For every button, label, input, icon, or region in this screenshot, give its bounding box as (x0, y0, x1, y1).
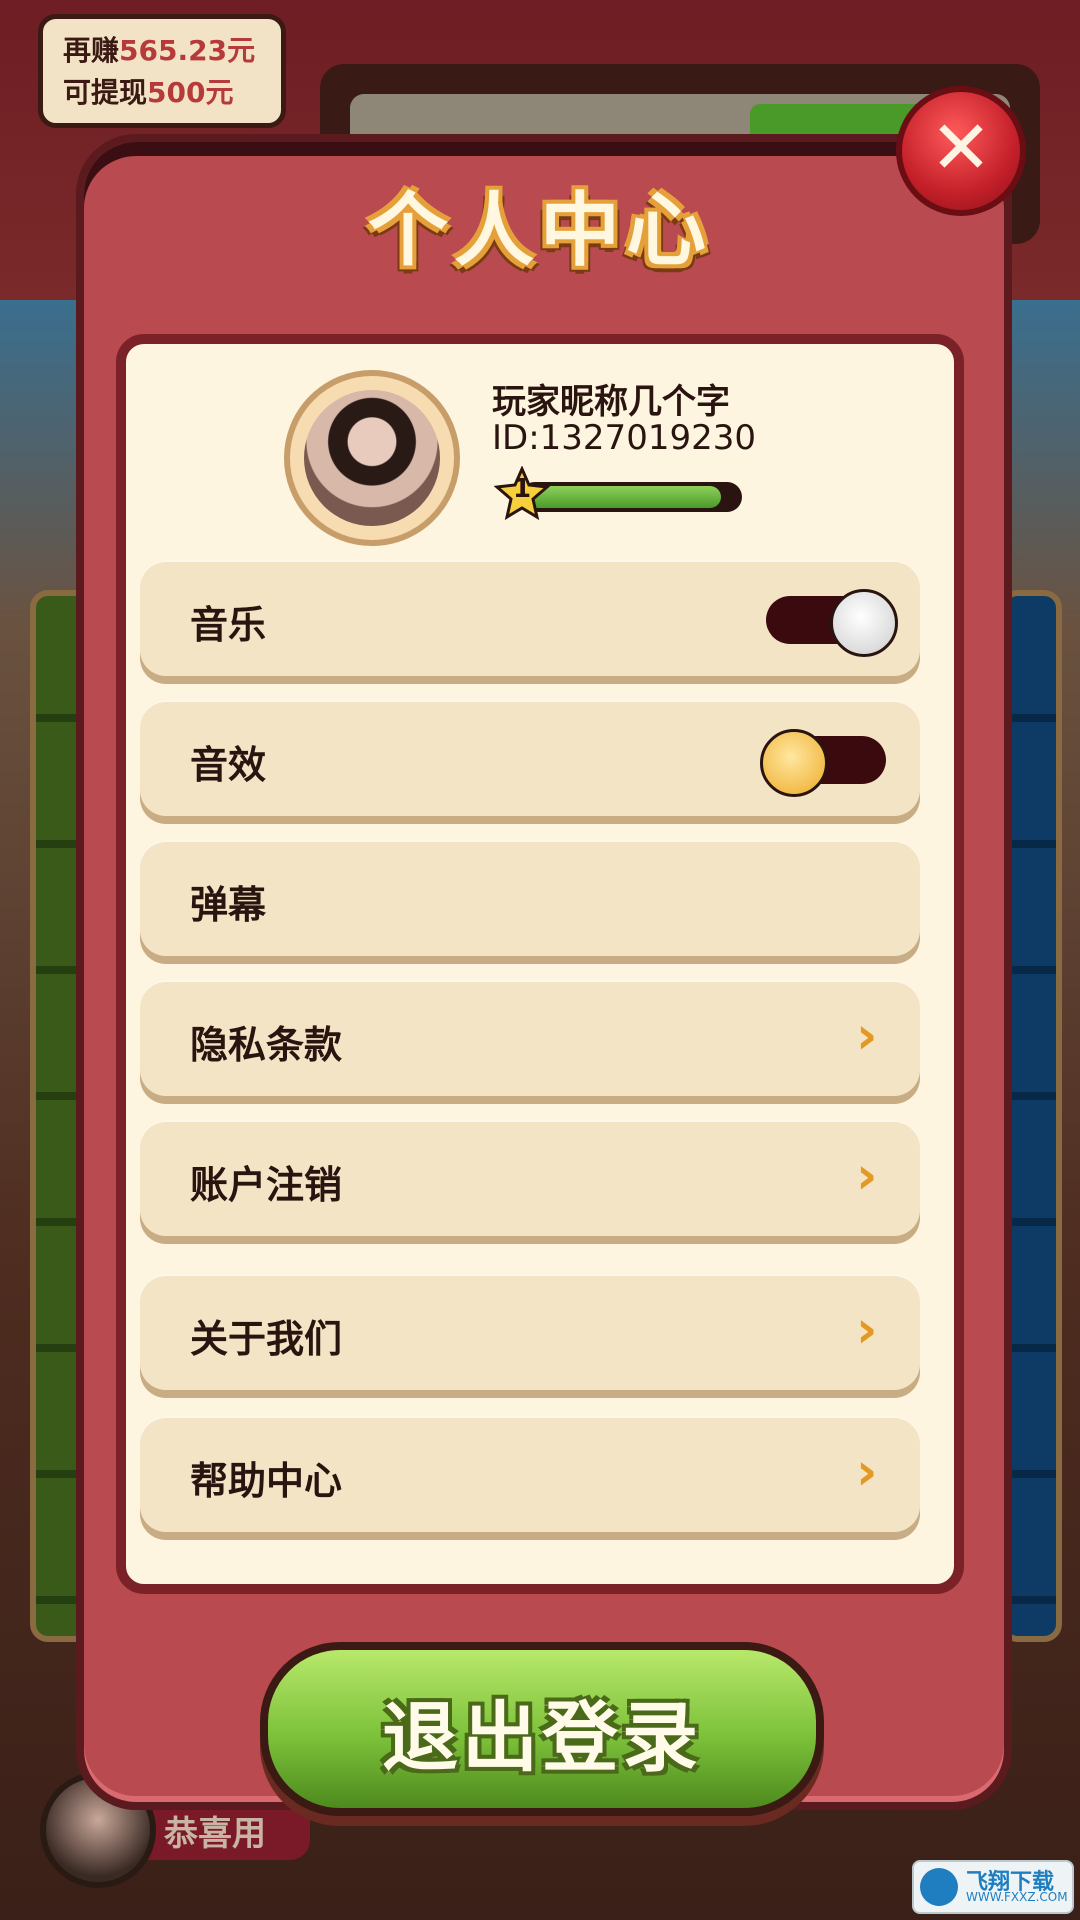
settings-row-about-us[interactable]: 关于我们 › (140, 1274, 920, 1390)
close-icon: ✕ (929, 105, 992, 191)
sound-effects-toggle[interactable] (760, 729, 886, 797)
watermark-url: WWW.FXXZ.COM (966, 1890, 1068, 1904)
chevron-right-icon: › (856, 1442, 878, 1502)
watermark-logo-icon (920, 1868, 958, 1906)
account-deletion-label: 账户注销 (190, 1163, 343, 1207)
avatar-frame[interactable] (284, 370, 460, 546)
music-toggle[interactable] (766, 589, 898, 657)
withdraw-label: 可提现 (63, 76, 148, 109)
site-watermark: 飞翔下载 WWW.FXXZ.COM (912, 1860, 1074, 1914)
settings-row-help-center[interactable]: 帮助中心 › (140, 1416, 920, 1532)
earn-more-label: 再赚 (63, 34, 120, 67)
privacy-label: 隐私条款 (190, 1023, 343, 1067)
settings-panel (116, 334, 964, 1594)
user-id: ID:1327019230 (492, 418, 756, 458)
withdraw-amount: 500元 (147, 76, 234, 109)
withdraw-line: 可提现500元 (63, 71, 233, 111)
music-toggle-knob (830, 589, 898, 657)
modal-title: 个人中心 (368, 184, 712, 277)
danmaku-label: 弹幕 (190, 883, 267, 927)
settings-row-danmaku[interactable]: 弹幕 (140, 840, 920, 956)
settings-row-privacy[interactable]: 隐私条款 › (140, 980, 920, 1096)
logout-button[interactable]: 退出登录 (260, 1642, 824, 1816)
bottom-banner-text: 恭喜用 (164, 1814, 266, 1854)
close-button[interactable]: ✕ (896, 86, 1026, 216)
help-center-label: 帮助中心 (190, 1459, 343, 1503)
avatar (304, 390, 440, 526)
logout-label: 退出登录 (382, 1693, 702, 1782)
level-progress-fill (524, 486, 721, 508)
earnings-bubble: 再赚565.23元 可提现500元 (38, 14, 286, 128)
nickname: 玩家昵称几个字 (492, 382, 730, 422)
level-number: 1 (512, 474, 532, 504)
chevron-right-icon: › (856, 1146, 878, 1206)
sound-effects-toggle-knob (760, 729, 828, 797)
level-progress-bar (520, 482, 742, 512)
settings-row-sound-effects: 音效 (140, 700, 920, 816)
earn-more-line: 再赚565.23元 (63, 29, 255, 69)
about-us-label: 关于我们 (190, 1317, 343, 1361)
earn-more-amount: 565.23元 (119, 34, 256, 67)
settings-row-music: 音乐 (140, 560, 920, 676)
settings-row-account-deletion[interactable]: 账户注销 › (140, 1120, 920, 1236)
sound-effects-label: 音效 (190, 743, 267, 787)
modal-title-wrap: 个人中心 (330, 176, 750, 296)
chevron-right-icon: › (856, 1300, 878, 1360)
music-label: 音乐 (190, 603, 267, 647)
chevron-right-icon: › (856, 1006, 878, 1066)
